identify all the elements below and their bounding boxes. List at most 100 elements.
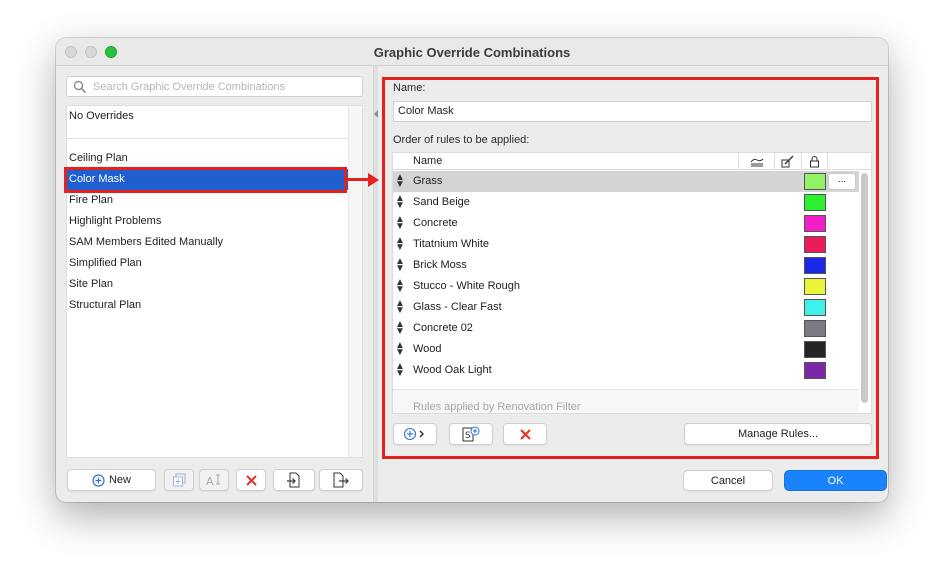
drag-handle-icon[interactable]: ▲ ▼ bbox=[395, 194, 405, 211]
combinations-list[interactable]: No Overrides Ceiling Plan Color Mask Fir… bbox=[66, 105, 363, 458]
color-swatch[interactable] bbox=[804, 278, 826, 295]
renovation-filter-label: Rules applied by Renovation Filter bbox=[413, 401, 581, 413]
lock-column-header[interactable] bbox=[801, 153, 827, 170]
pen-icon bbox=[781, 155, 794, 168]
rename-icon: A bbox=[206, 474, 220, 487]
fill-column-header[interactable] bbox=[738, 153, 774, 170]
svg-text:A: A bbox=[206, 475, 214, 487]
rule-row-selected[interactable]: ▲ ▼ Grass ... bbox=[393, 171, 859, 192]
rule-name: Titatnium White bbox=[413, 238, 490, 250]
rule-name: Concrete bbox=[413, 217, 458, 229]
collapse-arrow-icon[interactable] bbox=[374, 110, 378, 118]
import-icon bbox=[287, 472, 300, 488]
new-button[interactable]: New bbox=[67, 469, 156, 491]
cancel-button[interactable]: Cancel bbox=[683, 470, 773, 491]
list-item[interactable]: SAM Members Edited Manually bbox=[67, 232, 349, 253]
name-label: Name: bbox=[393, 82, 426, 94]
export-button[interactable] bbox=[319, 469, 363, 491]
add-from-library-button[interactable]: S bbox=[449, 423, 493, 445]
drag-handle-icon[interactable]: ▲ ▼ bbox=[395, 320, 405, 337]
search-field[interactable] bbox=[66, 76, 363, 97]
list-item[interactable]: Site Plan bbox=[67, 274, 349, 295]
list-item[interactable]: Simplified Plan bbox=[67, 253, 349, 274]
color-swatch[interactable] bbox=[804, 173, 826, 190]
import-button[interactable] bbox=[273, 469, 315, 491]
color-swatch[interactable] bbox=[804, 236, 826, 253]
color-swatch[interactable] bbox=[804, 257, 826, 274]
rule-name: Wood bbox=[413, 343, 442, 355]
rename-button[interactable]: A bbox=[199, 469, 229, 491]
name-field[interactable]: Color Mask bbox=[393, 101, 872, 122]
rule-row[interactable]: ▲ ▼ Concrete 02 bbox=[393, 318, 859, 339]
manage-rules-button[interactable]: Manage Rules... bbox=[684, 423, 872, 445]
rules-table-header: Name bbox=[393, 153, 871, 170]
delete-icon bbox=[245, 474, 257, 486]
plus-circle-icon bbox=[92, 473, 105, 487]
delete-rule-icon bbox=[519, 428, 531, 440]
name-column-header[interactable]: Name bbox=[413, 155, 442, 167]
color-swatch[interactable] bbox=[804, 194, 826, 211]
rules-scrollbar[interactable] bbox=[861, 173, 868, 403]
annotation-arrow-head bbox=[368, 173, 379, 187]
rule-row[interactable]: ▲ ▼ Titatnium White bbox=[393, 234, 859, 255]
list-scrollbar[interactable] bbox=[348, 106, 362, 457]
rule-row[interactable]: ▲ ▼ Wood bbox=[393, 339, 859, 360]
rule-name: Stucco - White Rough bbox=[413, 280, 520, 292]
search-icon bbox=[73, 80, 87, 94]
search-input[interactable] bbox=[93, 79, 353, 95]
fill-icon bbox=[750, 158, 764, 167]
drag-handle-icon[interactable]: ▲ ▼ bbox=[395, 257, 405, 274]
drag-handle-icon[interactable]: ▲ ▼ bbox=[395, 173, 405, 190]
rule-row[interactable]: ▲ ▼ Stucco - White Rough bbox=[393, 276, 859, 297]
duplicate-button[interactable] bbox=[164, 469, 194, 491]
rule-name: Sand Beige bbox=[413, 196, 470, 208]
rule-name: Glass - Clear Fast bbox=[413, 301, 502, 313]
rule-name: Wood Oak Light bbox=[413, 364, 492, 376]
drag-handle-icon[interactable]: ▲ ▼ bbox=[395, 215, 405, 232]
duplicate-icon bbox=[172, 473, 185, 487]
rules-table: Name ▲ ▼ Grass ... ▲ ▼ Sand Beige ▲ ▼ Co… bbox=[392, 152, 872, 414]
window-title: Graphic Override Combinations bbox=[373, 45, 571, 60]
list-item-selected[interactable]: Color Mask bbox=[67, 169, 349, 190]
drag-handle-icon[interactable]: ▲ ▼ bbox=[395, 362, 405, 379]
color-swatch[interactable] bbox=[804, 299, 826, 316]
rule-row[interactable]: ▲ ▼ Wood Oak Light bbox=[393, 360, 859, 381]
more-options-button[interactable]: ... bbox=[828, 173, 856, 190]
list-item[interactable]: Fire Plan bbox=[67, 190, 349, 211]
color-swatch[interactable] bbox=[804, 341, 826, 358]
color-swatch[interactable] bbox=[804, 362, 826, 379]
drag-handle-icon[interactable]: ▲ ▼ bbox=[395, 236, 405, 253]
list-item-no-overrides[interactable]: No Overrides bbox=[67, 106, 349, 127]
add-rule-icon bbox=[403, 427, 424, 441]
rule-row[interactable]: ▲ ▼ Concrete bbox=[393, 213, 859, 234]
list-item[interactable]: Structural Plan bbox=[67, 295, 349, 316]
delete-rule-button[interactable] bbox=[503, 423, 547, 445]
new-button-label: New bbox=[108, 474, 131, 486]
color-swatch[interactable] bbox=[804, 215, 826, 232]
drag-handle-icon[interactable]: ▲ ▼ bbox=[395, 299, 405, 316]
list-item[interactable]: Highlight Problems bbox=[67, 211, 349, 232]
title-bar: Graphic Override Combinations bbox=[56, 38, 888, 66]
list-item[interactable]: Ceiling Plan bbox=[67, 148, 349, 169]
split-view-divider[interactable] bbox=[373, 66, 378, 502]
svg-text:S: S bbox=[465, 431, 471, 441]
rule-row[interactable]: ▲ ▼ Brick Moss bbox=[393, 255, 859, 276]
rule-name: Grass bbox=[413, 175, 443, 187]
drag-handle-icon[interactable]: ▲ ▼ bbox=[395, 341, 405, 358]
drag-handle-icon[interactable]: ▲ ▼ bbox=[395, 278, 405, 295]
delete-button[interactable] bbox=[236, 469, 266, 491]
rule-row[interactable]: ▲ ▼ Glass - Clear Fast bbox=[393, 297, 859, 318]
graphic-override-combinations-dialog: Graphic Override Combinations No Overrid… bbox=[56, 38, 888, 502]
rules-order-label: Order of rules to be applied: bbox=[393, 134, 530, 146]
annotation-arrow-line bbox=[347, 178, 369, 181]
ok-button[interactable]: OK bbox=[784, 470, 887, 491]
rule-name: Concrete 02 bbox=[413, 322, 473, 334]
rule-name: Brick Moss bbox=[413, 259, 467, 271]
list-separator bbox=[67, 138, 349, 139]
color-swatch[interactable] bbox=[804, 320, 826, 337]
pen-column-header[interactable] bbox=[774, 153, 801, 170]
add-rule-button[interactable] bbox=[393, 423, 437, 445]
combination-editor: Name: Color Mask Order of rules to be ap… bbox=[382, 76, 880, 459]
rule-row[interactable]: ▲ ▼ Sand Beige bbox=[393, 192, 859, 213]
renovation-filter-section: Rules applied by Renovation Filter bbox=[393, 389, 859, 413]
